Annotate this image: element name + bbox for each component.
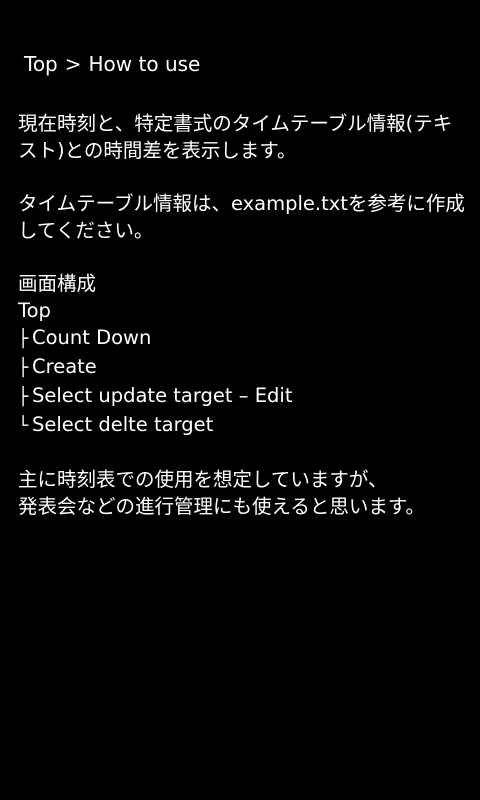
tree-branch-glyph: ├ — [18, 358, 29, 378]
tree-root-top: Top — [18, 299, 51, 322]
breadcrumb: Top > How to use — [24, 50, 200, 78]
tree-branch-glyph: ├ — [18, 387, 29, 407]
tree-item-select-update-target: ├ Select update target – Edit — [18, 382, 468, 411]
breadcrumb-separator: > — [64, 52, 82, 76]
tree-item-label: Select delte target — [32, 413, 214, 436]
usage-note-line-1: 主に時刻表での使用を想定していますが、 — [18, 468, 388, 491]
tree-branch-glyph: ├ — [18, 329, 29, 349]
breadcrumb-top[interactable]: Top — [24, 50, 58, 78]
intro-paragraph: 現在時刻と、特定書式のタイムテーブル情報(テキ スト)との時間差を表示します。 — [18, 110, 468, 164]
tree-item-label: Select update target – Edit — [32, 384, 293, 407]
screen-structure: 画面構成 Top ├ Count Down ├ Create ├ Select upd… — [18, 270, 468, 440]
intro-line-1: 現在時刻と、特定書式のタイムテーブル情報(テキ — [18, 112, 453, 135]
timetable-note-paragraph: タイムテーブル情報は、example.txtを参考に作成 してください。 — [18, 190, 468, 244]
help-content: 現在時刻と、特定書式のタイムテーブル情報(テキ スト)との時間差を表示します。 … — [18, 110, 468, 546]
tree-item-count-down: ├ Count Down — [18, 324, 468, 353]
tree-last-branch-glyph: └ — [18, 416, 29, 436]
breadcrumb-current: How to use — [88, 52, 201, 76]
usage-note-line-2: 発表会などの進行管理にも使えると思います。 — [18, 495, 425, 518]
tree-item-select-delete-target: └ Select delte target — [18, 411, 468, 440]
tree-item-create: ├ Create — [18, 353, 468, 382]
intro-line-2: スト)との時間差を表示します。 — [18, 139, 297, 162]
how-to-use-page: Top > How to use 現在時刻と、特定書式のタイムテーブル情報(テキ ス… — [0, 0, 480, 800]
timetable-note-line-2: してください。 — [18, 219, 154, 242]
usage-note-paragraph: 主に時刻表での使用を想定していますが、 発表会などの進行管理にも使えると思います… — [18, 466, 468, 520]
timetable-note-line-1: タイムテーブル情報は、example.txtを参考に作成 — [18, 192, 465, 215]
screen-structure-heading: 画面構成 — [18, 272, 97, 295]
tree-item-label: Count Down — [32, 326, 152, 349]
tree-item-label: Create — [32, 355, 97, 378]
